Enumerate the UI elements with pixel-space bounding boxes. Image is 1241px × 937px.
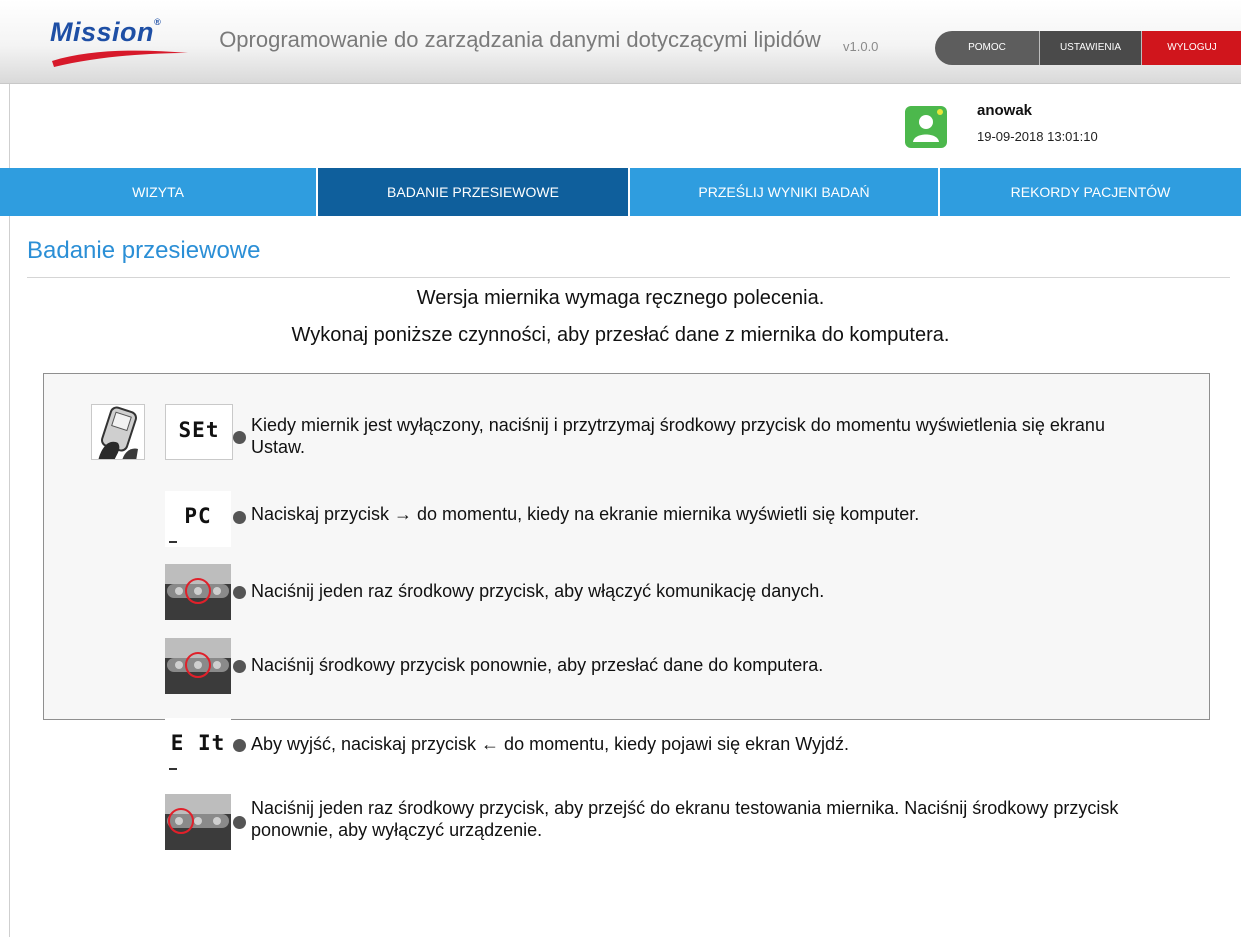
steps-panel: SEt Kiedy miernik jest wyłączony, naciśn…	[43, 373, 1210, 850]
step-6-text: Naciśnij jeden raz środkowy przycisk, ab…	[251, 798, 1119, 840]
version-label: v1.0.0	[843, 39, 879, 54]
header-actions: POMOC USTAWIENIA WYLOGUJ	[935, 31, 1241, 65]
step-bullet	[233, 739, 246, 752]
online-status-dot	[937, 109, 943, 115]
step-bullet	[233, 586, 246, 599]
title-divider	[27, 277, 1230, 278]
top-header: Mission® Oprogramowanie do zarządzania d…	[0, 0, 1241, 84]
instruction-message-line1: Wersja miernika wymaga ręcznego poleceni…	[416, 287, 825, 309]
user-avatar-icon	[905, 106, 947, 148]
meter-left-button-icon	[165, 794, 231, 850]
username: anowak	[977, 102, 1033, 119]
step-3-text: Naciśnij jeden raz środkowy przycisk, ab…	[251, 581, 825, 601]
lcd-exit-text: E It	[170, 731, 226, 755]
step-2-text: Naciskaj przycisk → do momentu, kiedy na…	[251, 504, 920, 524]
tab-wizyta[interactable]: WIZYTA	[0, 168, 318, 216]
instruction-message-line2: Wykonaj poniższe czynności, aby przesłać…	[291, 324, 950, 346]
step-1-text: Kiedy miernik jest wyłączony, naciśnij i…	[251, 415, 1105, 457]
main-nav: WIZYTA BADANIE PRZESIEWOWE PRZEŚLIJ WYNI…	[0, 168, 1241, 216]
meter-middle-button-icon	[165, 638, 231, 694]
logo-registered-mark: ®	[154, 17, 162, 27]
step-bullet	[233, 660, 246, 673]
step-5-text: Aby wyjść, naciskaj przycisk ← do moment…	[251, 734, 850, 754]
lcd-pc-text: PC	[184, 504, 212, 528]
tab-rekordy-pacjentow[interactable]: REKORDY PACJENTÓW	[940, 168, 1241, 216]
logo-text: Mission	[50, 17, 155, 47]
current-datetime: 19-09-2018 13:01:10	[977, 129, 1098, 144]
step-bullet	[233, 816, 246, 829]
lcd-pc-icon: PC	[165, 491, 231, 547]
lcd-set-text: SEt	[178, 418, 220, 442]
step-bullet	[233, 431, 246, 444]
meter-middle-button-icon	[165, 564, 231, 620]
lcd-set-icon: SEt	[165, 404, 233, 460]
logout-button[interactable]: WYLOGUJ	[1142, 31, 1241, 65]
mission-logo: Mission®	[50, 17, 200, 77]
tab-przeslij-wyniki[interactable]: PRZEŚLIJ WYNIKI BADAŃ	[630, 168, 940, 216]
lcd-exit-icon: E It	[165, 718, 231, 774]
step-bullet	[233, 511, 246, 524]
help-button[interactable]: POMOC	[935, 31, 1040, 65]
tab-badanie-przesiewowe[interactable]: BADANIE PRZESIEWOWE	[318, 168, 630, 216]
settings-button[interactable]: USTAWIENIA	[1040, 31, 1142, 65]
step-4-text: Naciśnij środkowy przycisk ponownie, aby…	[251, 655, 824, 675]
app-title: Oprogramowanie do zarządzania danymi dot…	[219, 27, 821, 52]
meter-hand-icon	[91, 404, 145, 460]
page-title: Badanie przesiewowe	[27, 237, 261, 264]
logo-swoosh-icon	[52, 50, 188, 67]
page-frame-line	[9, 0, 10, 937]
